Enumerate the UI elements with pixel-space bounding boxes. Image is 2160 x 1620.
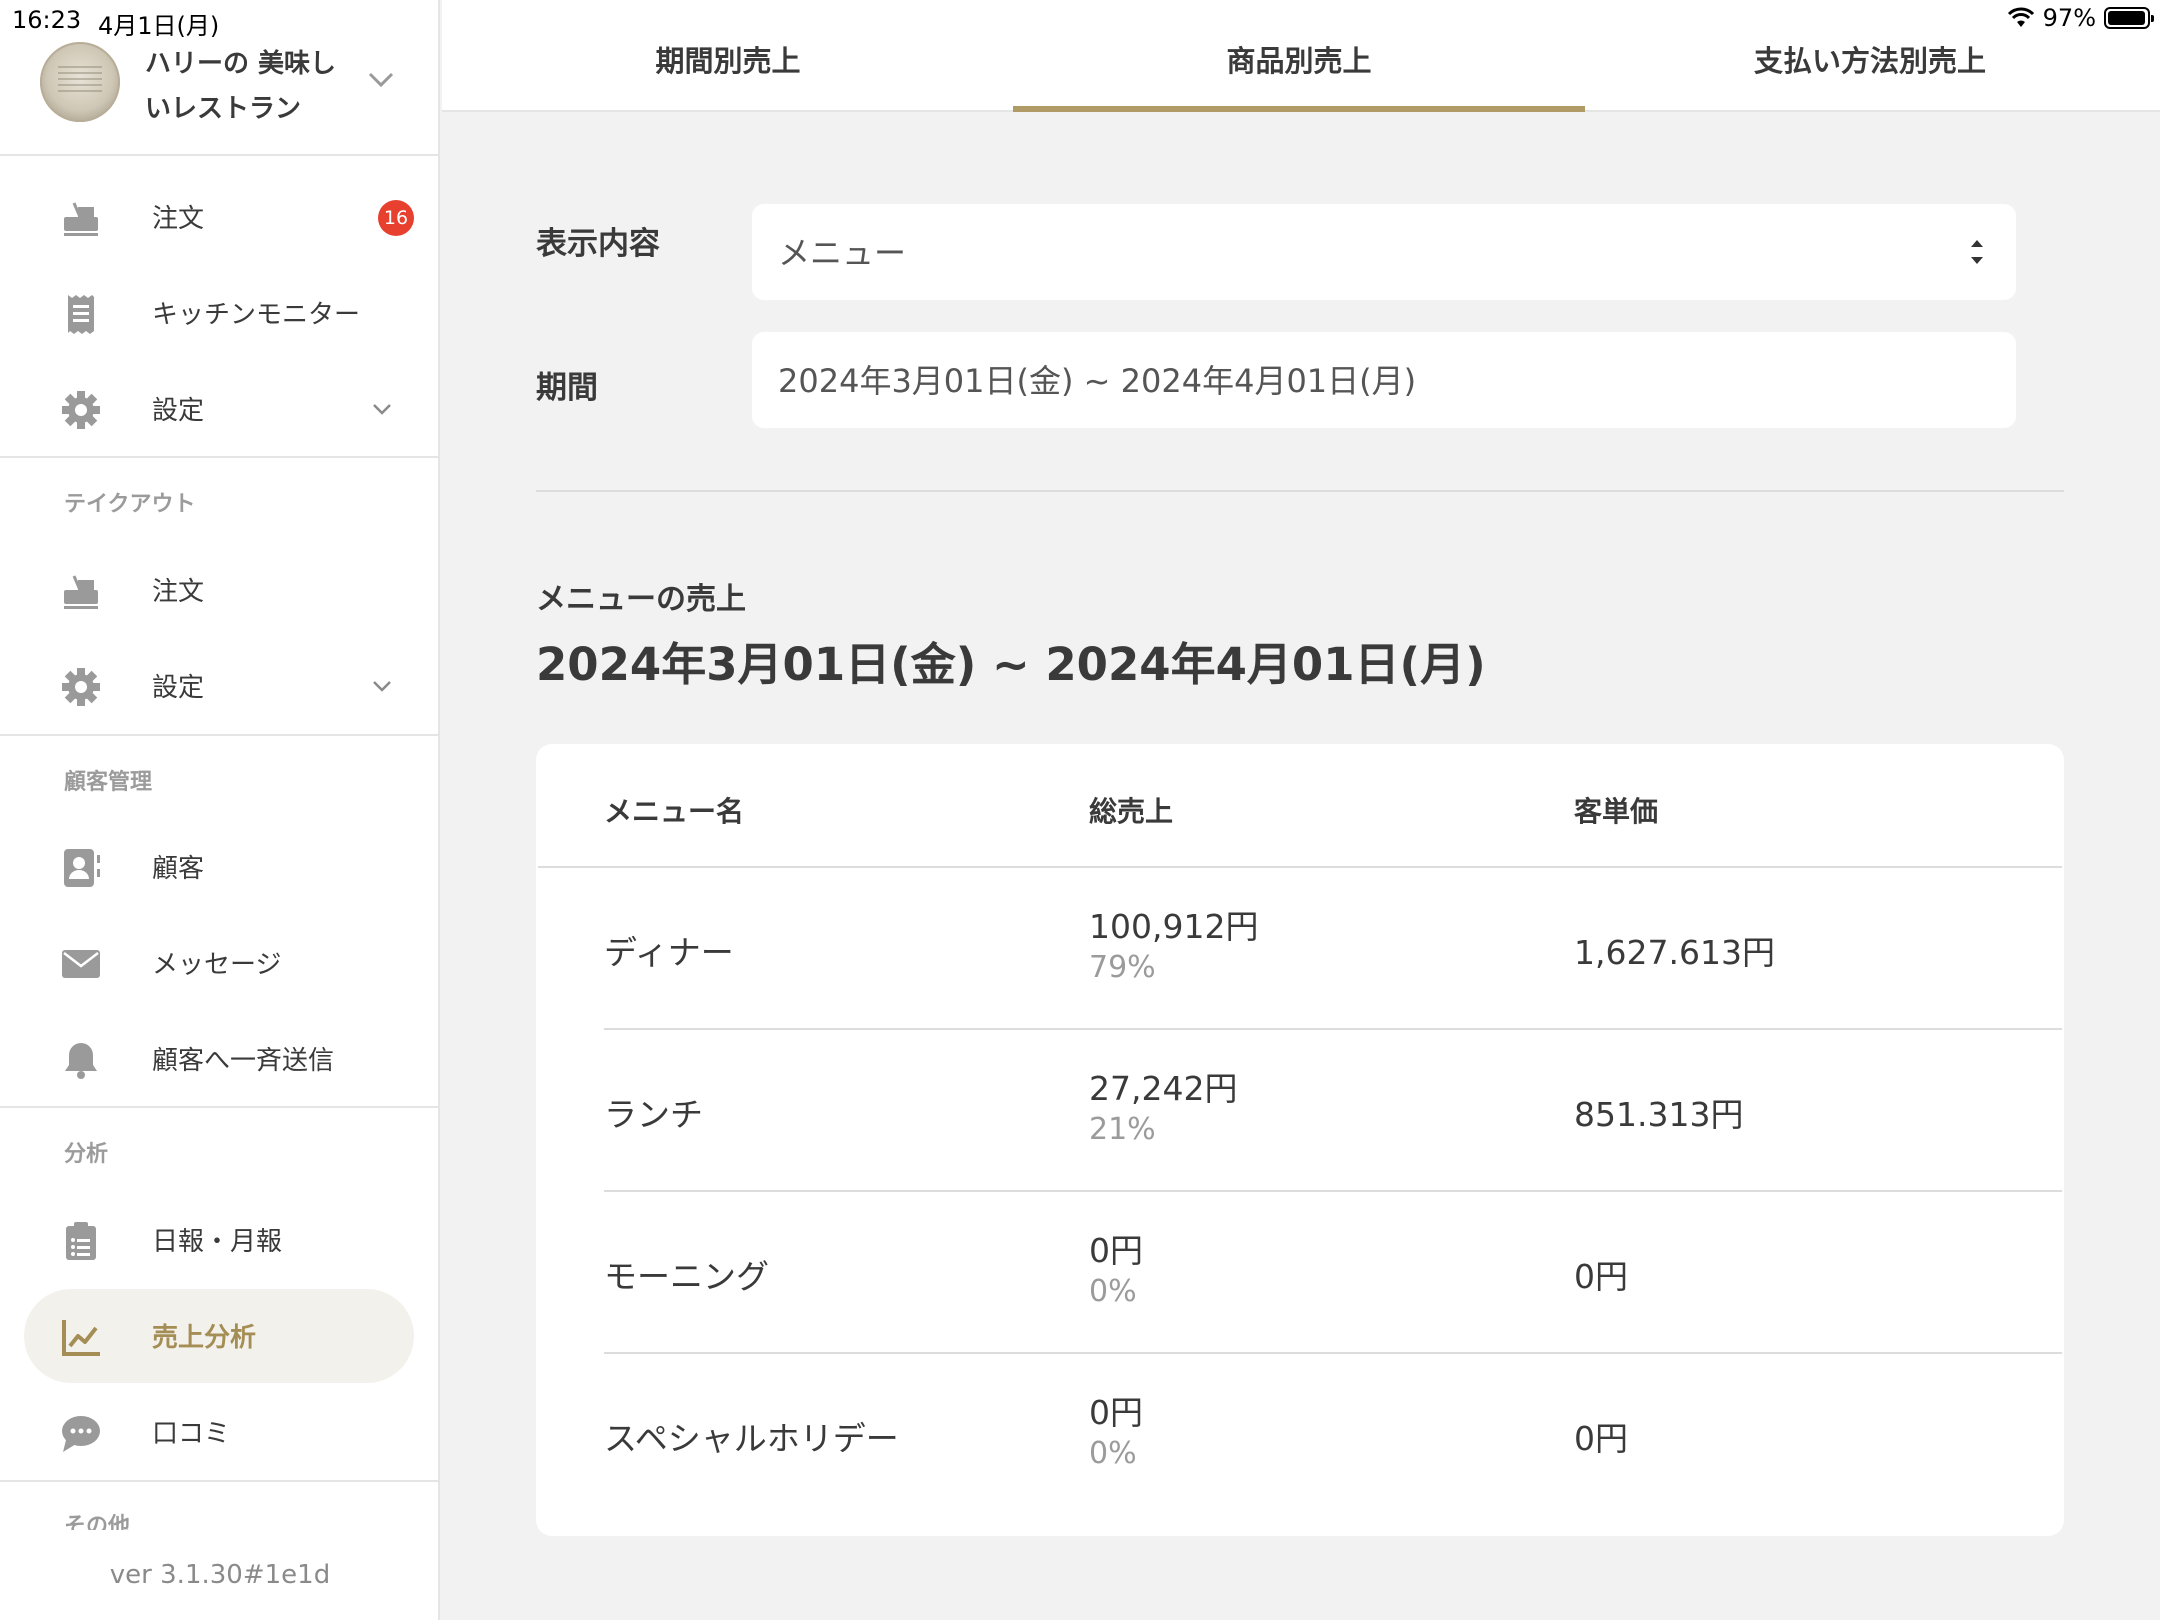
status-time: 16:23 [12,6,82,34]
tab-payment-method-sales[interactable]: 支払い方法別売上 [1584,38,2156,112]
select-value: メニュー [778,234,907,272]
unit-price: 0円 [1574,1419,1628,1458]
menu-name: モーニング [604,1257,769,1296]
clipboard-list-icon [66,1222,96,1260]
sidebar-item-broadcast[interactable]: 顧客へ一斉送信 [24,1012,414,1106]
takeout-bag-icon [64,202,98,236]
wifi-icon [2007,7,2034,27]
total-sales: 0円 [1089,1393,1143,1432]
sidebar-item-reports[interactable]: 日報・月報 [24,1193,414,1287]
sidebar-item-label: 顧客へ一斉送信 [152,1046,335,1076]
table-row: モーニング 0円 0% 0円 [604,1192,2062,1354]
display-content-label: 表示内容 [536,226,660,262]
chevron-down-icon[interactable] [366,68,396,92]
sidebar-item-takeout-settings[interactable]: 設定 [24,639,414,733]
total-sales: 0円 [1089,1231,1143,1270]
section-title-analysis: 分析 [64,1142,109,1167]
bell-icon [65,1043,97,1079]
sidebar-item-takeout-order[interactable]: 注文 [24,543,414,637]
battery-icon [2104,7,2154,29]
menu-name: ディナー [604,933,734,972]
divider [536,490,2064,492]
column-header-menu-name: メニュー名 [604,795,745,828]
app-version: ver 3.1.30#1e1d [109,1560,331,1590]
sidebar: ハリーの 美味しいレストラン 注文 16 キッチンモニター 設定 テイクアウト … [0,0,440,1620]
divider [0,456,440,458]
sidebar-item-reviews[interactable]: 口コミ [24,1385,414,1479]
status-date: 4月1日(月) [98,12,220,40]
sidebar-item-customers[interactable]: 顧客 [24,820,414,914]
chat-bubble-icon [62,1416,100,1452]
sidebar-item-label: 顧客 [152,854,205,884]
table-row: スペシャルホリデー 0円 0% 0円 [604,1354,2062,1516]
menu-name: ランチ [604,1095,703,1134]
contact-book-icon [64,849,100,887]
sidebar-item-label: キッチンモニター [152,300,361,330]
table-row: ランチ 27,242円 21% 851.313円 [604,1030,2062,1192]
unit-price: 851.313円 [1574,1095,1744,1134]
column-header-total-sales: 総売上 [1089,795,1174,828]
sales-date-range: 2024年3月01日(金) ~ 2024年4月01日(月) [536,638,1486,691]
divider [0,734,440,736]
unit-price: 1,627.613円 [1574,933,1775,972]
divider [0,1480,440,1482]
gear-icon [62,391,100,429]
order-count-badge: 16 [378,200,414,236]
tab-product-sales[interactable]: 商品別売上 [1013,38,1585,112]
status-indicators: 97% [2007,4,2154,32]
unit-price: 0円 [1574,1257,1628,1296]
sidebar-item-label: 売上分析 [152,1323,257,1353]
sidebar-item-settings[interactable]: 設定 [24,362,414,456]
sales-table: メニュー名 総売上 客単価 ディナー 100,912円 79% 1,627.61… [536,744,2064,1536]
section-title-other: その他 [64,1514,131,1530]
sidebar-item-label: 設定 [152,673,205,703]
sidebar-item-label: 注文 [152,204,205,234]
chevron-down-icon [373,404,391,415]
menu-name: スペシャルホリデー [604,1419,899,1458]
gear-icon [62,668,100,706]
sidebar-item-label: 注文 [152,577,205,607]
total-sales: 100,912円 [1089,907,1259,946]
sales-share: 21% [1089,1112,1156,1147]
section-title-customers: 顧客管理 [64,770,153,795]
period-label: 期間 [536,370,598,406]
sidebar-item-order[interactable]: 注文 16 [24,170,414,264]
sidebar-item-messages[interactable]: メッセージ [24,916,414,1010]
receipt-icon [68,295,94,334]
sidebar-item-label: 口コミ [152,1419,231,1449]
envelope-icon [62,950,100,978]
store-switcher[interactable]: ハリーの 美味しいレストラン [0,38,440,156]
tab-period-sales[interactable]: 期間別売上 [442,38,1014,112]
sidebar-item-kitchen-monitor[interactable]: キッチンモニター [24,266,414,360]
sales-share: 79% [1089,950,1156,985]
takeout-bag-icon [64,575,98,609]
display-content-select[interactable]: メニュー [752,204,2016,300]
sidebar-item-label: 日報・月報 [152,1227,283,1257]
sidebar-item-label: 設定 [152,396,205,426]
divider [0,1106,440,1108]
sales-share: 0% [1089,1274,1137,1309]
table-row: ディナー 100,912円 79% 1,627.613円 [604,868,2062,1030]
battery-percent: 97% [2042,4,2096,32]
select-arrows-icon [1971,240,1983,264]
total-sales: 27,242円 [1089,1069,1238,1108]
chevron-down-icon [373,681,391,692]
store-name: ハリーの 美味しいレストラン [145,49,337,124]
section-title-takeout: テイクアウト [64,492,196,517]
period-field[interactable]: 2024年3月01日(金) ~ 2024年4月01日(月) [752,332,2016,428]
period-value: 2024年3月01日(金) ~ 2024年4月01日(月) [778,362,1417,400]
column-header-unit-price: 客単価 [1574,795,1659,828]
sidebar-item-sales-analysis[interactable]: 売上分析 [24,1289,414,1383]
sidebar-item-label: メッセージ [152,950,282,980]
line-chart-icon [62,1320,100,1356]
status-bar: 16:23 4月1日(月) 97% [0,0,2160,40]
sales-share: 0% [1089,1436,1137,1471]
sales-section-title: メニューの売上 [536,582,746,617]
store-logo [40,42,120,122]
